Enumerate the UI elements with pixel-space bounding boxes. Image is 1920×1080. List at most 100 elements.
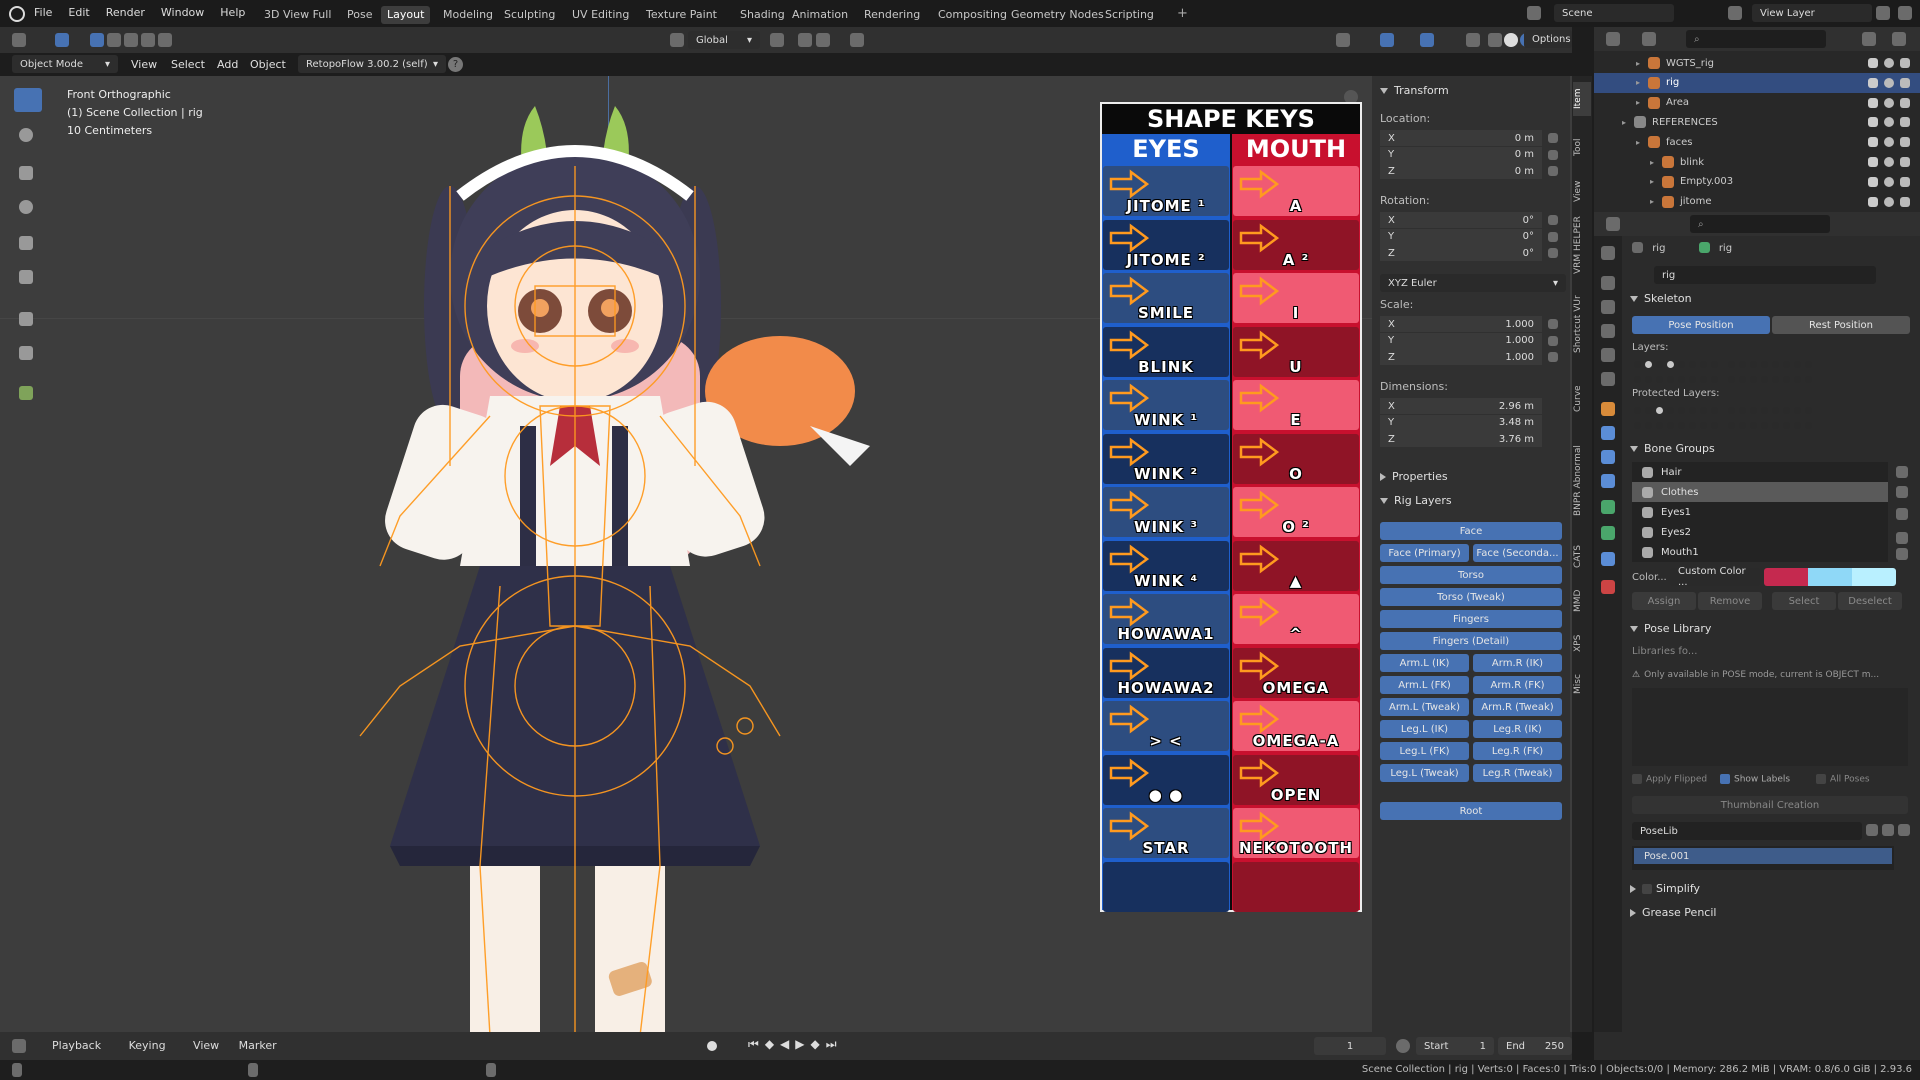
select-mode-new-icon[interactable] bbox=[90, 33, 104, 47]
pose-item[interactable]: Pose.001 bbox=[1634, 848, 1892, 864]
exclude-checkbox-icon[interactable] bbox=[1868, 97, 1878, 108]
properties-search-input[interactable]: ⌕ bbox=[1690, 215, 1830, 233]
outliner-display-mode-icon[interactable] bbox=[1642, 32, 1656, 46]
output-tab-icon[interactable] bbox=[1601, 300, 1615, 314]
rig-layer-arm-r-ik-[interactable]: Arm.R (IK) bbox=[1473, 654, 1562, 672]
rig-layer-leg-l-fk-[interactable]: Leg.L (FK) bbox=[1380, 742, 1469, 760]
eye-icon[interactable] bbox=[1884, 97, 1894, 108]
viewport-menu-view[interactable]: View bbox=[131, 58, 157, 71]
frame-start-field[interactable]: Start 1 bbox=[1416, 1037, 1494, 1055]
sidebar-tab-item[interactable]: Item bbox=[1573, 82, 1591, 116]
overlay-icon[interactable] bbox=[1420, 33, 1434, 47]
eyes-shape-key-button[interactable]: STAR bbox=[1103, 808, 1229, 858]
lock-icon[interactable] bbox=[1548, 352, 1558, 362]
select-mode-intersect-icon[interactable] bbox=[158, 33, 172, 47]
properties-editor-type-icon[interactable] bbox=[1606, 217, 1620, 231]
texture-tab-icon[interactable] bbox=[1601, 580, 1615, 594]
pose-position-button[interactable]: Pose Position bbox=[1632, 316, 1770, 334]
object-mode-dropdown[interactable]: Object Mode ▾ bbox=[12, 55, 118, 73]
expand-arrow-icon[interactable]: ▸ bbox=[1636, 78, 1648, 87]
shading-wire-icon[interactable] bbox=[1488, 33, 1502, 47]
select-mode-invert-icon[interactable] bbox=[141, 33, 155, 47]
menu-render[interactable]: Render bbox=[106, 6, 145, 19]
expand-arrow-icon[interactable]: ▸ bbox=[1650, 197, 1662, 206]
eyes-shape-key-button[interactable]: JITOME ² bbox=[1103, 219, 1229, 270]
render-tab-icon[interactable] bbox=[1601, 276, 1615, 290]
scene-selector[interactable]: Scene bbox=[1554, 4, 1674, 22]
armature-datablock-field[interactable]: rig bbox=[1654, 266, 1876, 284]
view-layer-copy-icon[interactable] bbox=[1876, 6, 1890, 20]
select-mode-subtract-icon[interactable] bbox=[124, 33, 138, 47]
outliner-search-input[interactable]: ⌕ bbox=[1686, 30, 1826, 48]
properties-subpanel-header[interactable]: Properties bbox=[1380, 470, 1448, 483]
mouth-shape-key-button[interactable]: I bbox=[1233, 273, 1359, 323]
camera-icon[interactable] bbox=[1900, 58, 1910, 68]
mouth-shape-key-button[interactable]: NEKOTOOTH bbox=[1233, 808, 1359, 858]
eyes-shape-key-button[interactable]: SMILE bbox=[1103, 273, 1229, 323]
outliner-row[interactable]: ▸ Empty.003 bbox=[1594, 172, 1920, 192]
rotation-x-field[interactable]: X 0° bbox=[1380, 212, 1542, 228]
options-dropdown[interactable]: Options bbox=[1524, 30, 1572, 48]
rotation-y-field[interactable]: Y 0° bbox=[1380, 228, 1542, 245]
mouth-shape-key-button[interactable]: A ² bbox=[1233, 219, 1359, 270]
add-workspace-icon[interactable]: + bbox=[1177, 6, 1188, 21]
eye-icon[interactable] bbox=[1884, 196, 1894, 207]
mouth-shape-key-button[interactable]: U bbox=[1233, 326, 1359, 377]
outliner-row[interactable]: ▸ rig bbox=[1594, 72, 1920, 93]
eyes-shape-key-button[interactable]: JITOME ¹ bbox=[1103, 166, 1229, 216]
lock-icon[interactable] bbox=[1548, 231, 1558, 242]
scale-y-field[interactable]: Y 1.000 bbox=[1380, 332, 1542, 349]
workspace-tab-geometry-nodes[interactable]: Geometry Nodes bbox=[1005, 6, 1110, 24]
armature-data-tab-icon[interactable] bbox=[1601, 500, 1615, 514]
bone-group-item[interactable]: Hair bbox=[1632, 462, 1888, 482]
poselib-new-icon[interactable] bbox=[1882, 824, 1894, 836]
blender-logo-icon[interactable] bbox=[9, 6, 25, 22]
bone-tab-icon[interactable] bbox=[1601, 526, 1615, 540]
camera-icon[interactable] bbox=[1900, 137, 1910, 148]
eyes-shape-key-button[interactable]: WINK ³ bbox=[1103, 487, 1229, 537]
select-mode-extend-icon[interactable] bbox=[107, 33, 121, 47]
transform-tool-icon[interactable] bbox=[19, 270, 33, 284]
exclude-checkbox-icon[interactable] bbox=[1868, 157, 1878, 167]
modifier-tab-icon[interactable] bbox=[1601, 426, 1615, 440]
snap-icon[interactable] bbox=[798, 33, 812, 47]
orientation-icon[interactable] bbox=[670, 33, 684, 47]
expand-arrow-icon[interactable]: ▸ bbox=[1650, 158, 1662, 167]
bone-group-item[interactable]: Eyes2 bbox=[1632, 522, 1888, 542]
lock-icon[interactable] bbox=[1548, 319, 1558, 329]
timeline-editor-type-icon[interactable] bbox=[12, 1039, 26, 1053]
lock-icon[interactable] bbox=[1548, 166, 1558, 176]
workspace-tab-uv-editing[interactable]: UV Editing bbox=[566, 6, 635, 24]
view-layer-selector[interactable]: View Layer bbox=[1752, 4, 1872, 22]
record-icon[interactable] bbox=[707, 1041, 717, 1051]
bone-group-up-icon[interactable] bbox=[1896, 532, 1908, 544]
mouth-shape-key-button[interactable]: ▲ bbox=[1233, 540, 1359, 591]
bone-group-add-icon[interactable] bbox=[1896, 466, 1908, 478]
exclude-checkbox-icon[interactable] bbox=[1868, 117, 1878, 128]
workspace-tab-3d-view-full[interactable]: 3D View Full bbox=[258, 6, 337, 24]
workspace-tab-animation[interactable]: Animation bbox=[786, 6, 854, 24]
eye-icon[interactable] bbox=[1884, 137, 1894, 148]
viewport-menu-add[interactable]: Add bbox=[217, 58, 238, 71]
dimensions-z-field[interactable]: Z 3.76 m bbox=[1380, 431, 1542, 447]
annotate-tool-icon[interactable] bbox=[19, 312, 33, 326]
camera-icon[interactable] bbox=[1900, 77, 1910, 88]
mouth-shape-key-button[interactable]: OMEGA bbox=[1233, 647, 1359, 698]
camera-icon[interactable] bbox=[1900, 176, 1910, 187]
camera-icon[interactable] bbox=[1900, 157, 1910, 167]
exclude-checkbox-icon[interactable] bbox=[1868, 58, 1878, 68]
eye-icon[interactable] bbox=[1884, 157, 1894, 167]
next-key-icon[interactable]: ◆ bbox=[811, 1037, 826, 1051]
sidebar-tab-view[interactable]: View bbox=[1573, 174, 1591, 208]
sidebar-tab-bnpr-abnormal[interactable]: BNPR Abnormal bbox=[1573, 432, 1591, 530]
workspace-tab-layout[interactable]: Layout bbox=[381, 6, 431, 24]
expand-arrow-icon[interactable]: ▸ bbox=[1650, 177, 1662, 186]
expand-arrow-icon[interactable]: ▸ bbox=[1636, 59, 1648, 68]
move-tool-icon[interactable] bbox=[19, 166, 33, 180]
viewport-menu-select[interactable]: Select bbox=[171, 58, 205, 71]
snap-element-icon[interactable] bbox=[816, 33, 830, 47]
camera-icon[interactable] bbox=[1900, 117, 1910, 128]
expand-arrow-icon[interactable]: ▸ bbox=[1636, 138, 1648, 147]
outliner-row[interactable]: ▸ blink bbox=[1594, 152, 1920, 172]
dimensions-x-field[interactable]: X 2.96 m bbox=[1380, 398, 1542, 414]
